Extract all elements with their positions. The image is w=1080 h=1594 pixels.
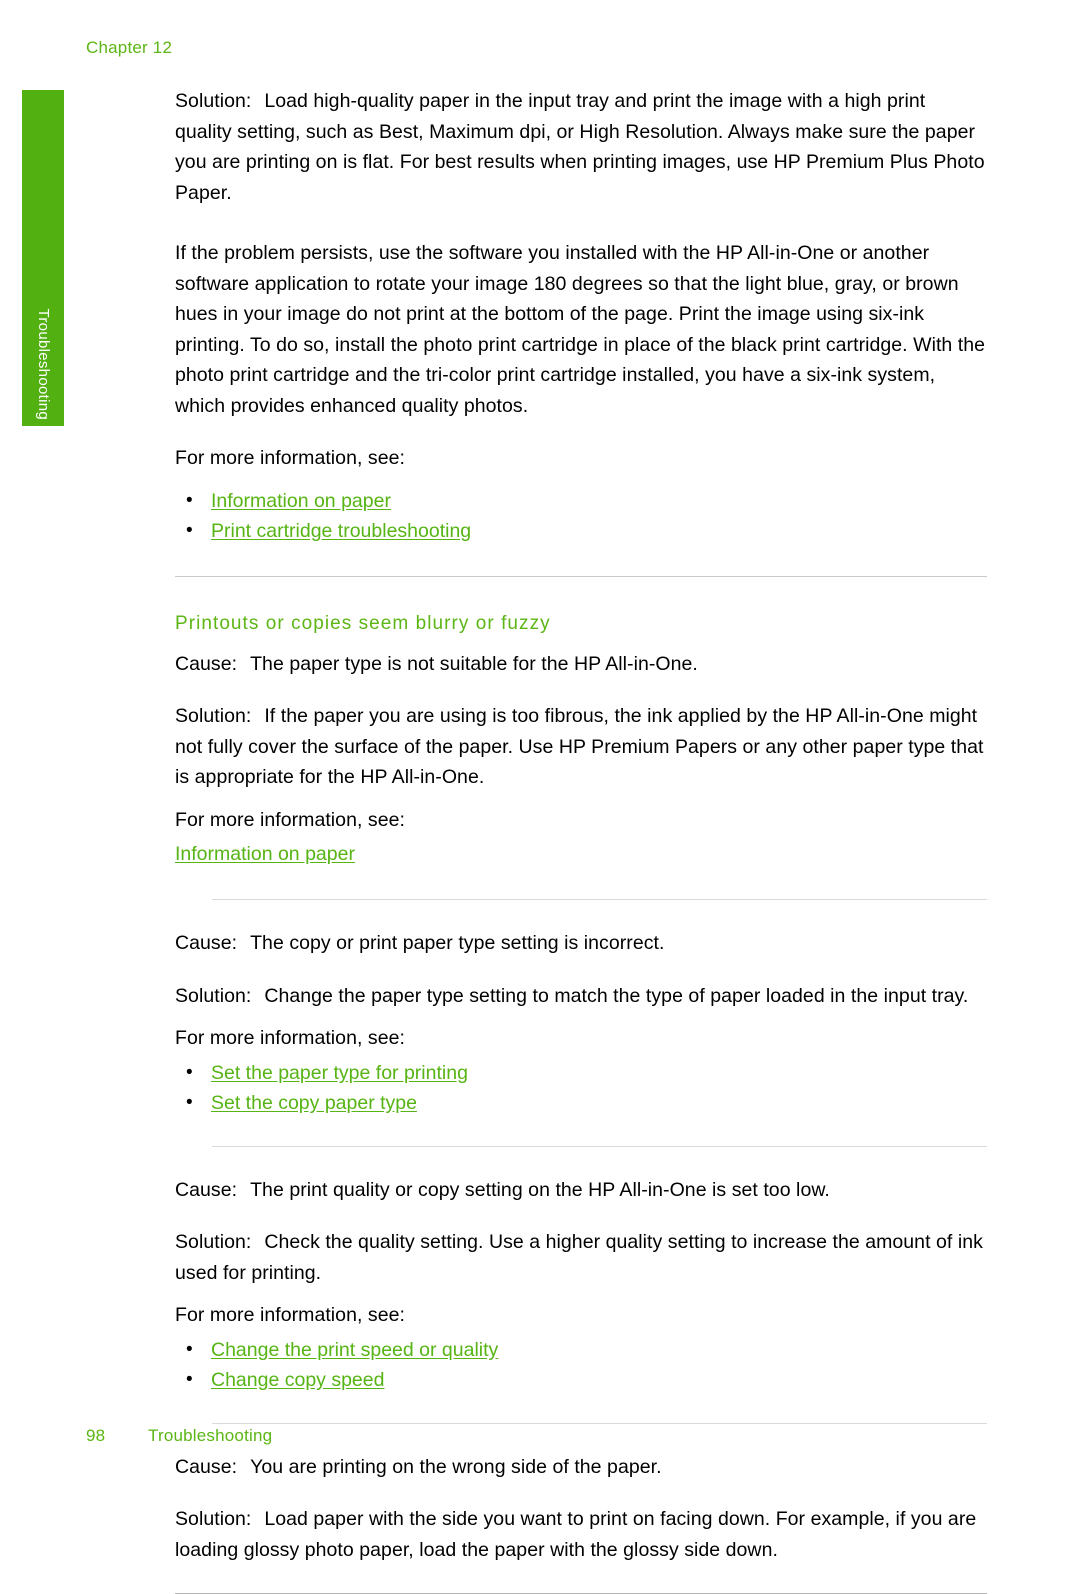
list-item[interactable]: • Print cartridge troubleshooting — [175, 516, 987, 546]
solution-label: Solution: — [175, 90, 252, 112]
solution-text: Check the quality setting. Use a higher … — [175, 1231, 983, 1284]
cause-label: Cause: — [175, 652, 238, 675]
solution-text: Load paper with the side you want to pri… — [175, 1508, 977, 1561]
solution-label: Solution: — [175, 1231, 252, 1253]
cause-solution-block: Cause: You are printing on the wrong side… — [175, 1452, 987, 1566]
solution-label: Solution: — [175, 1508, 252, 1530]
cause-paragraph: Cause: You are printing on the wrong side… — [175, 1452, 987, 1483]
cause-paragraph: Cause: The copy or print paper type setti… — [175, 928, 987, 959]
cause-label: Cause: — [175, 1178, 238, 1201]
cause-solution-block: Cause: The copy or print paper type setti… — [175, 928, 987, 1118]
list-item[interactable]: • Information on paper — [175, 486, 987, 516]
intro-solution-paragraph: Solution: Load high-quality paper in the … — [175, 86, 987, 208]
bullet-icon: • — [186, 1338, 193, 1360]
more-info-label: For more information, see: — [175, 1304, 405, 1326]
page-footer: 98 Troubleshooting — [86, 1426, 272, 1446]
list-item[interactable]: • Change the print speed or quality — [175, 1335, 987, 1365]
link-change-copy-speed[interactable]: Change copy speed — [211, 1369, 384, 1391]
solution-text: Change the paper type setting to match t… — [264, 984, 969, 1007]
cause-label: Cause: — [175, 932, 238, 954]
intro-persist-paragraph: If the problem persists, use the softwar… — [175, 242, 986, 417]
solution-paragraph: Solution: If the paper you are using is t… — [175, 701, 987, 793]
bullet-icon: • — [186, 1061, 193, 1083]
list-item[interactable]: • Set the paper type for printing — [175, 1058, 987, 1088]
link-information-on-paper[interactable]: Information on paper — [211, 490, 391, 512]
footer-section-name: Troubleshooting — [148, 1426, 273, 1445]
solution-text: Load high-quality paper in the input tra… — [175, 90, 985, 204]
block-link-list: • Set the paper type for printing • Set … — [175, 1058, 987, 1118]
link-change-the-print-speed-or-quality[interactable]: Change the print speed or quality — [211, 1339, 498, 1361]
page-content: Solution: Load high-quality paper in the … — [175, 86, 987, 1594]
side-thumb-tab-label: Troubleshooting — [35, 308, 52, 420]
cause-text: You are printing on the wrong side of th… — [250, 1455, 662, 1478]
intro-link-list: • Information on paper • Print cartridge… — [175, 486, 987, 546]
bullet-icon: • — [186, 1368, 193, 1390]
more-info-label: For more information, see: — [175, 808, 405, 831]
cause-solution-block: Cause: The paper type is not suitable for… — [175, 649, 987, 872]
running-head-chapter: Chapter 12 — [86, 38, 173, 57]
bullet-icon: • — [186, 489, 193, 511]
solution-paragraph: Solution: Check the quality setting. Use … — [175, 1227, 987, 1288]
link-set-the-paper-type-for-printing[interactable]: Set the paper type for printing — [211, 1062, 468, 1084]
cause-text: The copy or print paper type setting is … — [250, 932, 665, 954]
solution-text: If the paper you are using is too fibrou… — [175, 705, 984, 788]
list-item[interactable]: • Set the copy paper type — [175, 1088, 987, 1118]
page-title: Printouts or copies seem blurry or fuzzy — [175, 612, 551, 634]
cause-paragraph: Cause: The paper type is not suitable for… — [175, 649, 987, 680]
page-number: 98 — [86, 1426, 106, 1445]
cause-solution-block: Cause: The print quality or copy setting … — [175, 1175, 987, 1395]
link-print-cartridge-troubleshooting[interactable]: Print cartridge troubleshooting — [211, 520, 471, 542]
solution-paragraph: Solution: Load paper with the side you wa… — [175, 1504, 987, 1565]
bullet-icon: • — [186, 519, 193, 541]
link-row[interactable]: Information on paper — [175, 839, 987, 871]
cause-text: The print quality or copy setting on the… — [250, 1178, 830, 1201]
intro-more-info-label: For more information, see: — [175, 447, 405, 469]
bullet-icon: • — [186, 1091, 193, 1113]
list-item[interactable]: • Change copy speed — [175, 1365, 987, 1395]
side-thumb-tab: Troubleshooting — [22, 90, 64, 426]
block-link-list: • Change the print speed or quality • Ch… — [175, 1335, 987, 1395]
cause-label: Cause: — [175, 1455, 238, 1478]
more-info-label: For more information, see: — [175, 1027, 405, 1049]
solution-paragraph: Solution: Change the paper type setting t… — [175, 981, 987, 1012]
cause-paragraph: Cause: The print quality or copy setting … — [175, 1175, 987, 1206]
link-information-on-paper[interactable]: Information on paper — [175, 843, 355, 865]
link-set-the-copy-paper-type[interactable]: Set the copy paper type — [211, 1092, 417, 1114]
solution-label: Solution: — [175, 984, 252, 1007]
cause-text: The paper type is not suitable for the H… — [250, 652, 698, 675]
solution-label: Solution: — [175, 705, 252, 727]
